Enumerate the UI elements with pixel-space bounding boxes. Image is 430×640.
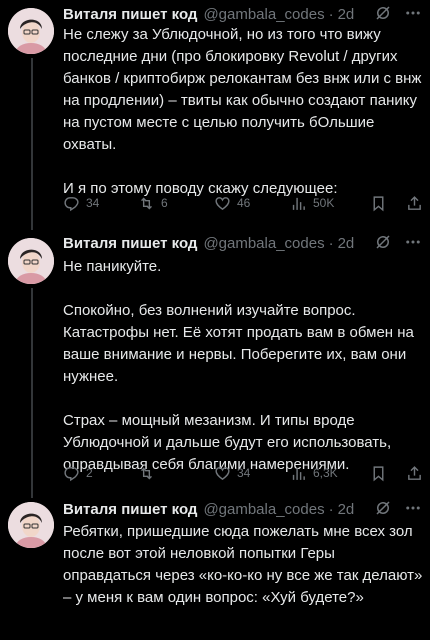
grok-icon[interactable] bbox=[374, 233, 392, 251]
more-icon[interactable] bbox=[404, 4, 422, 22]
tweet-actions: 2 34 6,3K bbox=[63, 462, 423, 484]
avatar-portrait-icon bbox=[8, 502, 54, 548]
view-count: 6,3K bbox=[313, 466, 338, 480]
thread-connector bbox=[31, 58, 33, 226]
thread-connector bbox=[31, 288, 33, 488]
share-button[interactable] bbox=[406, 465, 423, 482]
author-handle[interactable]: @gambala_codes bbox=[203, 501, 324, 518]
views-icon bbox=[292, 467, 305, 480]
tweet-actions: 34 6 46 50K bbox=[63, 192, 423, 214]
like-count: 46 bbox=[237, 196, 251, 210]
tweet-text: Не слежу за Ублюдочной, но из того что в… bbox=[63, 26, 422, 197]
reply-count: 2 bbox=[86, 466, 93, 480]
tweet-2[interactable]: Виталя пишет код @gambala_codes · 2d Не … bbox=[0, 226, 430, 488]
views-button[interactable]: 6,3K bbox=[290, 465, 370, 482]
thread-connector bbox=[31, 226, 33, 230]
share-icon bbox=[408, 195, 421, 210]
author-handle[interactable]: @gambala_codes bbox=[203, 6, 324, 23]
tweet-text: Не паникуйте. Спокойно, без волнений изу… bbox=[63, 258, 414, 473]
reply-count: 34 bbox=[86, 196, 100, 210]
tweet-header: Виталя пишет код @gambala_codes · 2d bbox=[63, 4, 422, 24]
view-count: 50K bbox=[313, 196, 335, 210]
author-name[interactable]: Виталя пишет код bbox=[63, 235, 197, 252]
tweet-header: Виталя пишет код @gambala_codes · 2d bbox=[63, 233, 422, 253]
reply-icon bbox=[64, 196, 79, 211]
grok-icon[interactable] bbox=[374, 499, 392, 517]
avatar[interactable] bbox=[8, 8, 54, 54]
reply-icon bbox=[64, 466, 79, 481]
grok-icon[interactable] bbox=[374, 4, 392, 22]
author-handle[interactable]: @gambala_codes bbox=[203, 235, 324, 252]
more-icon[interactable] bbox=[404, 233, 422, 251]
repost-button[interactable]: 6 bbox=[138, 195, 214, 212]
timestamp[interactable]: 2d bbox=[338, 235, 355, 252]
tweet-thread: Виталя пишет код @gambala_codes · 2d Не … bbox=[0, 0, 430, 640]
repost-icon bbox=[141, 197, 152, 209]
tweet-text: Ребятки, пришедшие сюда пожелать мне все… bbox=[63, 523, 427, 606]
bookmark-button[interactable] bbox=[370, 195, 400, 212]
bookmark-icon bbox=[373, 195, 384, 211]
thread-connector bbox=[31, 488, 33, 498]
timestamp[interactable]: 2d bbox=[338, 501, 355, 518]
tweet-3[interactable]: Виталя пишет код @gambala_codes · 2d Реб… bbox=[0, 488, 430, 640]
like-icon bbox=[215, 466, 230, 480]
author-name[interactable]: Виталя пишет код bbox=[63, 501, 197, 518]
avatar[interactable] bbox=[8, 238, 54, 284]
like-button[interactable]: 34 bbox=[214, 465, 290, 482]
separator-dot: · bbox=[328, 5, 334, 23]
repost-count: 6 bbox=[161, 196, 168, 210]
like-count: 34 bbox=[237, 466, 251, 480]
views-button[interactable]: 50K bbox=[290, 195, 370, 212]
more-icon[interactable] bbox=[404, 499, 422, 517]
share-button[interactable] bbox=[406, 195, 423, 212]
repost-icon bbox=[141, 467, 152, 479]
tweet-header: Виталя пишет код @gambala_codes · 2d bbox=[63, 499, 422, 519]
like-button[interactable]: 46 bbox=[214, 195, 290, 212]
like-icon bbox=[215, 196, 230, 210]
views-icon bbox=[292, 197, 305, 210]
timestamp[interactable]: 2d bbox=[338, 6, 355, 23]
separator-dot: · bbox=[328, 500, 334, 518]
tweet-1[interactable]: Виталя пишет код @gambala_codes · 2d Не … bbox=[0, 0, 430, 226]
avatar-portrait-icon bbox=[8, 8, 54, 54]
reply-button[interactable]: 2 bbox=[63, 465, 138, 482]
share-icon bbox=[408, 465, 421, 480]
avatar[interactable] bbox=[8, 502, 54, 548]
author-name[interactable]: Виталя пишет код bbox=[63, 6, 197, 23]
avatar-portrait-icon bbox=[8, 238, 54, 284]
reply-button[interactable]: 34 bbox=[63, 195, 138, 212]
bookmark-button[interactable] bbox=[370, 465, 400, 482]
bookmark-icon bbox=[373, 465, 384, 481]
separator-dot: · bbox=[328, 234, 334, 252]
repost-button[interactable] bbox=[138, 465, 214, 482]
